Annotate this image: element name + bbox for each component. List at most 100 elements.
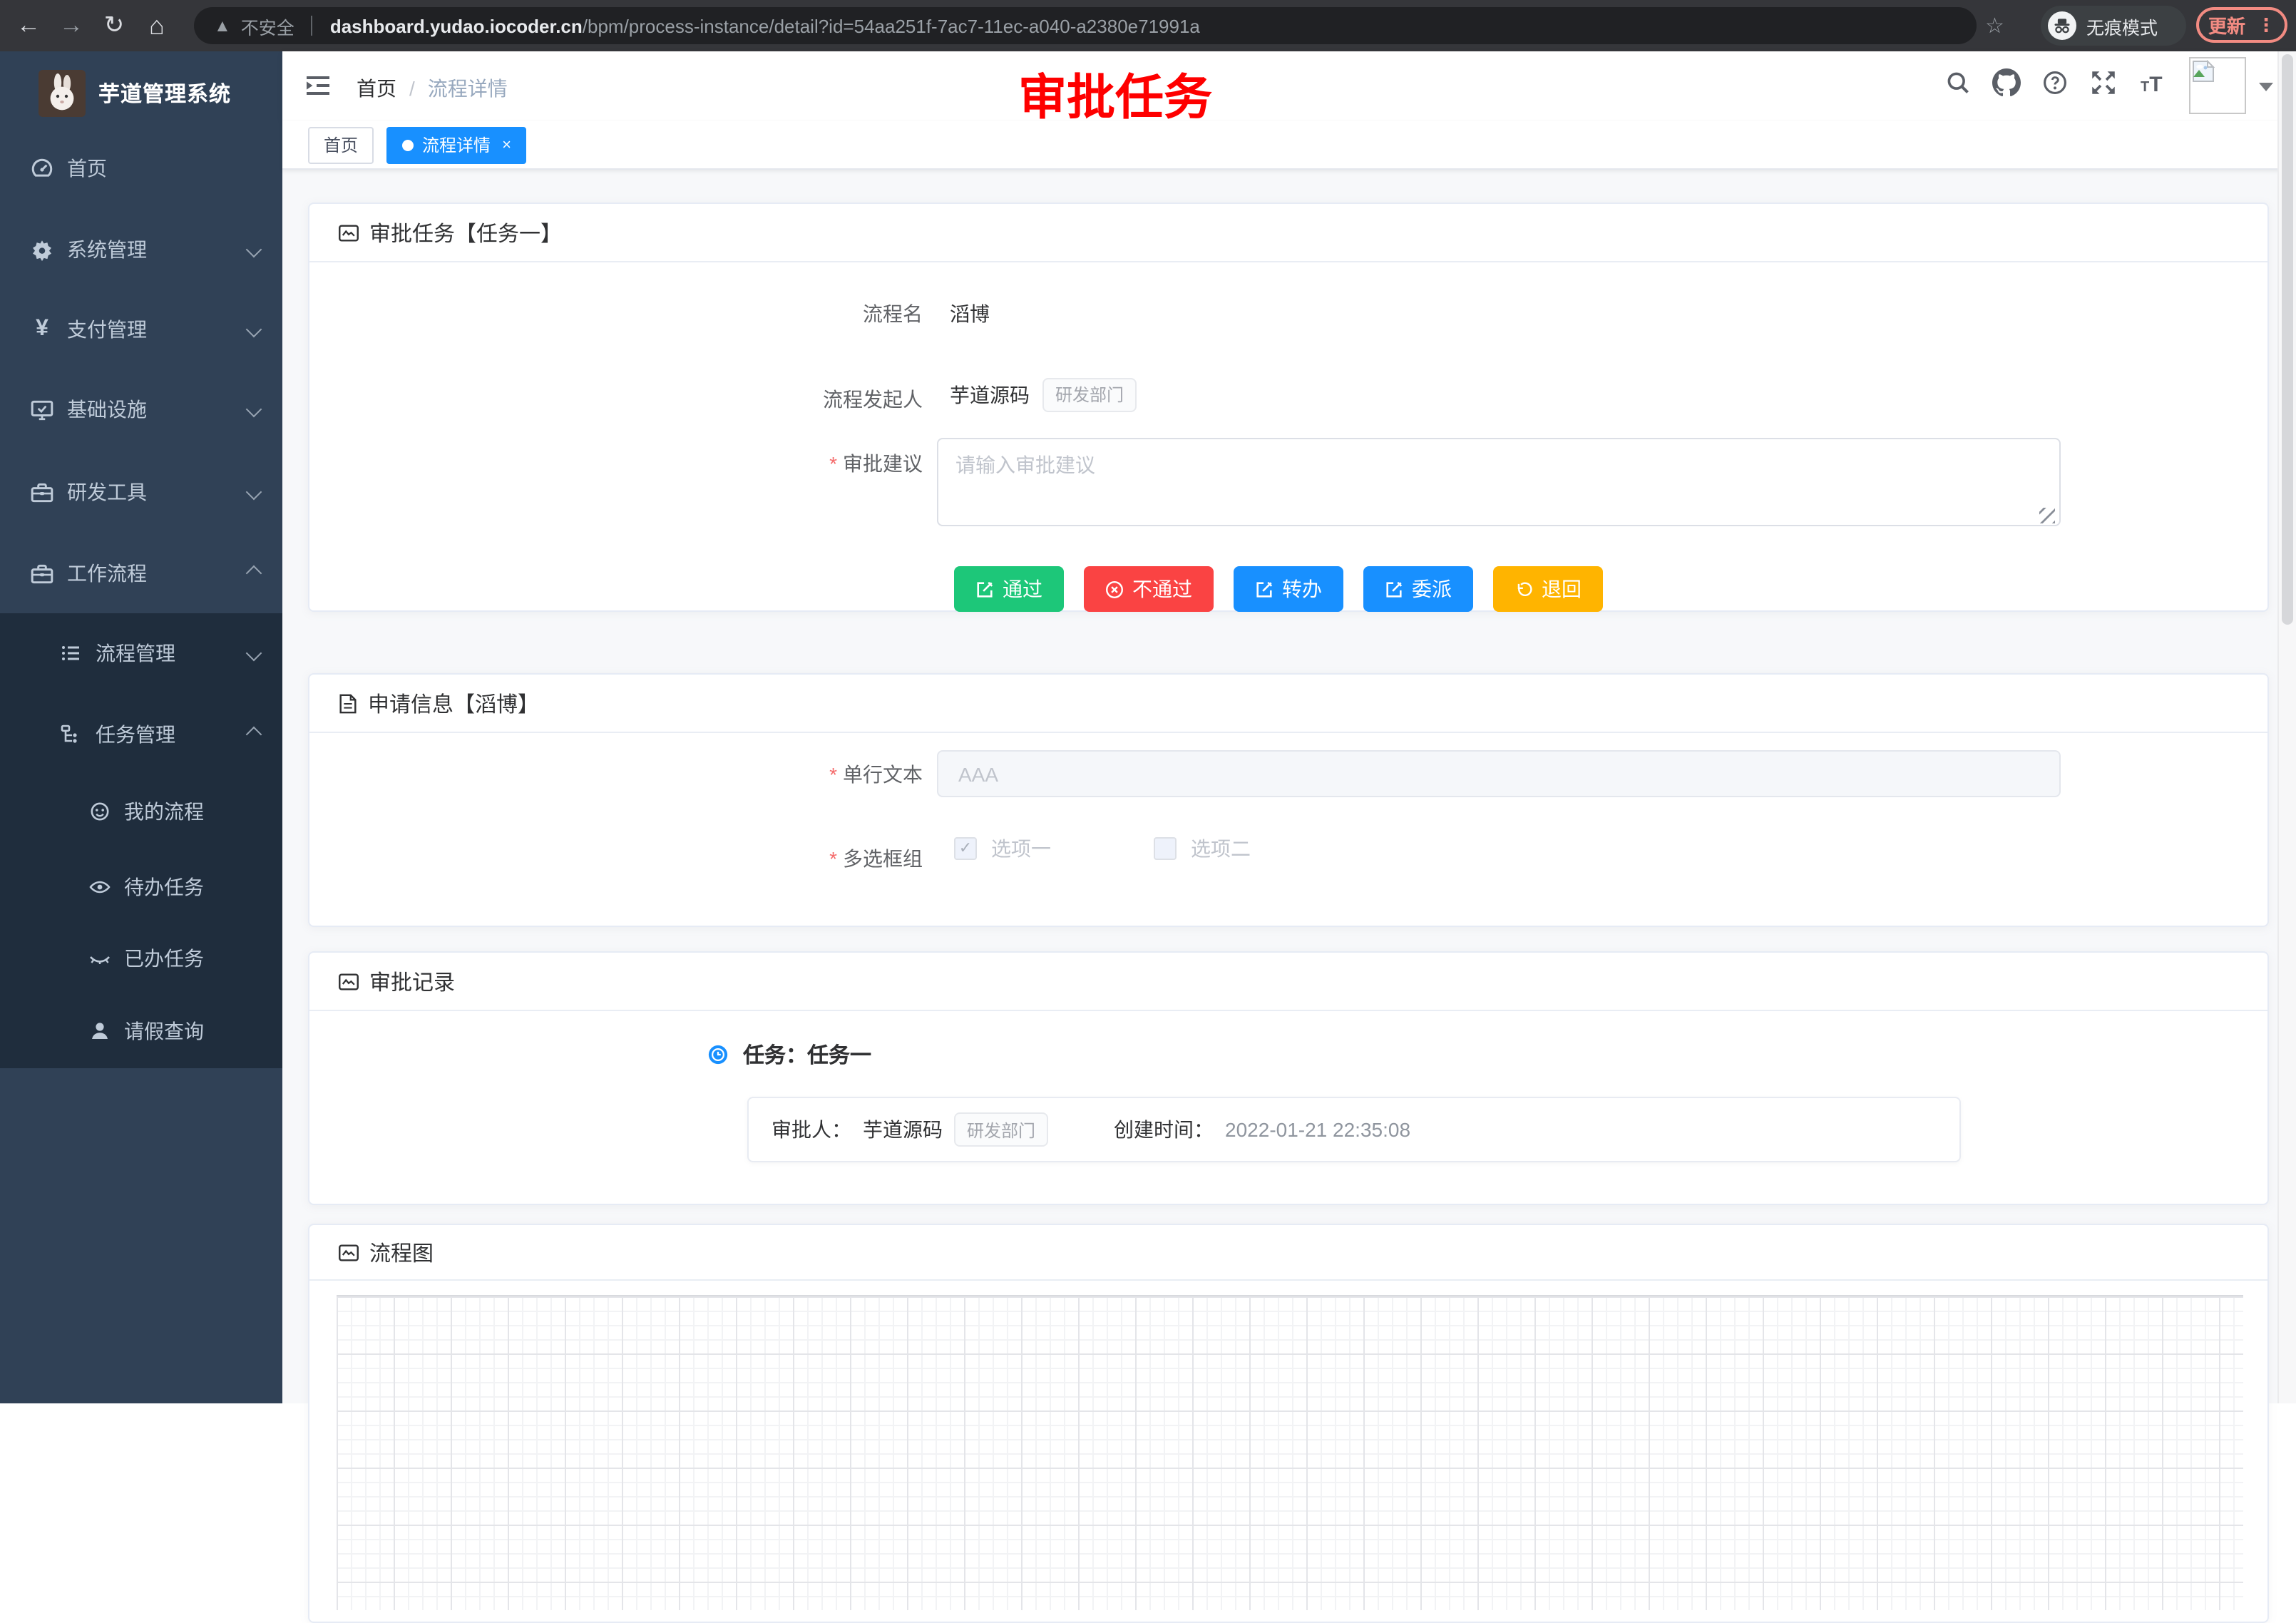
breadcrumb-separator: / [409, 77, 415, 100]
sidebar-item-label: 待办任务 [124, 873, 204, 901]
sidebar-item-infra[interactable]: 基础设施 [0, 369, 282, 449]
checkbox-label-text: 多选框组 [843, 847, 923, 870]
yen-icon: ¥ [30, 317, 54, 342]
sidebar-item-label: 基础设施 [67, 395, 147, 424]
help-icon[interactable] [2042, 70, 2068, 100]
checkbox-option-label: 选项一 [991, 834, 1051, 863]
approval-task-card: 审批任务【任务一】 流程名 滔博 流程发起人 芋道源码 研发部门 *审批建议 [308, 203, 2269, 612]
record-item: 审批人： 芋道源码 研发部门 创建时间： 2022-01-21 22:35:08 [747, 1097, 1961, 1162]
avatar-caret-icon[interactable] [2259, 83, 2273, 98]
sidebar-item-label: 任务管理 [96, 720, 175, 749]
browser-toolbar: ← → ↻ ⌂ ▲ 不安全 dashboard.yudao.iocoder.cn… [0, 0, 2296, 51]
bookmark-star-icon[interactable]: ☆ [1985, 13, 2004, 39]
sidebar-item-label: 已办任务 [124, 944, 204, 973]
home-icon[interactable]: ⌂ [137, 0, 177, 51]
chevron-down-icon [246, 401, 262, 418]
update-label: 更新 [2208, 11, 2245, 39]
browser-menu-icon[interactable]: ⋮ [2257, 14, 2275, 36]
monitor-icon [30, 397, 54, 421]
update-button[interactable]: 更新 ⋮ [2196, 7, 2287, 43]
github-icon[interactable] [1992, 68, 2021, 101]
main-area: 首页 / 流程详情 审批任务 TT [282, 51, 2296, 1403]
sidebar-item-done-tasks[interactable]: 已办任务 [0, 921, 282, 995]
approval-records-card: 审批记录 任务：任务一 审批人： 芋道源码 研发部门 创建时间： 2022-01… [308, 951, 2269, 1205]
transfer-button[interactable]: 转办 [1234, 566, 1343, 612]
sidebar-item-my-process[interactable]: 我的流程 [0, 774, 282, 849]
card-header: 审批任务【任务一】 [309, 204, 2267, 262]
sidebar-item-label: 支付管理 [67, 315, 147, 344]
sidebar-item-label: 工作流程 [67, 559, 147, 588]
required-asterisk: * [829, 452, 837, 475]
avatar[interactable] [2189, 57, 2246, 114]
card-title: 审批任务【任务一】 [369, 217, 562, 247]
approver-name: 芋道源码 [863, 1115, 943, 1144]
pass-button[interactable]: 通过 [954, 566, 1064, 612]
tag-process-detail[interactable]: 流程详情 × [386, 126, 527, 163]
url-path: /bpm/process-instance/detail?id=54aa251f… [583, 15, 1200, 36]
action-buttons: 通过 不通过 转办 委派 [954, 566, 1603, 612]
button-label: 委派 [1412, 575, 1452, 603]
navbar: 首页 / 流程详情 审批任务 TT [282, 51, 2296, 121]
initiator-name: 芋道源码 [950, 381, 1030, 409]
sidebar-item-process-management[interactable]: 流程管理 [0, 613, 282, 693]
document-icon [338, 692, 358, 714]
breadcrumb-home[interactable]: 首页 [357, 74, 396, 103]
back-icon[interactable]: ← [9, 0, 48, 51]
text-field-label: *单行文本 [338, 760, 923, 789]
logo-rabbit-image [39, 69, 86, 116]
app-window: 芋道管理系统 首页 系统管理 ¥ 支付管理 基础设施 [0, 51, 2296, 1403]
sidebar-item-leave-query[interactable]: 请假查询 [0, 994, 282, 1068]
fullscreen-icon[interactable] [2091, 70, 2116, 100]
card-title: 申请信息【滔博】 [368, 688, 539, 718]
checkbox-option-label: 选项二 [1191, 834, 1251, 863]
org-tree-icon [60, 723, 83, 746]
sidebar-item-workflow[interactable]: 工作流程 [0, 533, 282, 613]
picture-icon [338, 1241, 359, 1263]
chevron-down-icon [246, 484, 262, 501]
breadcrumb-current: 流程详情 [428, 74, 508, 103]
tag-label: 流程详情 [422, 133, 491, 157]
timeline-task: 任务：任务一 [707, 1040, 871, 1070]
breadcrumb: 首页 / 流程详情 [357, 74, 508, 103]
created-label: 创建时间： [1114, 1115, 1214, 1144]
app-logo[interactable]: 芋道管理系统 [0, 51, 282, 134]
card-title: 流程图 [369, 1237, 434, 1267]
rotate-left-icon [1515, 580, 1533, 598]
toolbox-icon [30, 480, 54, 504]
sidebar-item-task-management[interactable]: 任务管理 [0, 695, 282, 774]
card-title: 审批记录 [369, 966, 455, 996]
tag-home[interactable]: 首页 [308, 126, 374, 163]
check-glyph: ✓ [959, 841, 972, 856]
sidebar-item-devtools[interactable]: 研发工具 [0, 452, 282, 532]
forward-icon[interactable]: → [51, 0, 91, 51]
delegate-button[interactable]: 委派 [1363, 566, 1473, 612]
search-icon[interactable] [1945, 70, 1971, 100]
textarea-resize-handle[interactable] [2039, 508, 2055, 523]
security-label: 不安全 [241, 12, 294, 39]
hamburger-icon[interactable] [304, 71, 332, 104]
sidebar-item-pay[interactable]: ¥ 支付管理 [0, 290, 282, 369]
approver-label: 审批人： [772, 1115, 851, 1144]
eye-closed-icon [88, 947, 111, 970]
screen: ← → ↻ ⌂ ▲ 不安全 dashboard.yudao.iocoder.cn… [0, 0, 2296, 1403]
close-icon[interactable]: × [502, 136, 511, 153]
reject-button[interactable]: 不通过 [1084, 566, 1214, 612]
return-button[interactable]: 退回 [1493, 566, 1603, 612]
bpmn-canvas-grid [337, 1295, 2243, 1610]
scrollbar-thumb[interactable] [2282, 54, 2293, 625]
card-header: 审批记录 [309, 953, 2267, 1011]
reload-icon[interactable]: ↻ [94, 0, 134, 51]
font-size-icon[interactable]: TT [2141, 73, 2163, 97]
address-bar[interactable]: ▲ 不安全 dashboard.yudao.iocoder.cn/bpm/pro… [194, 7, 1977, 44]
picture-icon [338, 971, 359, 992]
url-text: dashboard.yudao.iocoder.cn/bpm/process-i… [330, 15, 1200, 36]
sidebar-item-home[interactable]: 首页 [0, 128, 282, 208]
sidebar-item-system[interactable]: 系统管理 [0, 210, 282, 290]
single-line-input [937, 750, 2061, 797]
button-label: 退回 [1542, 575, 1582, 603]
page-scrollbar[interactable] [2277, 51, 2296, 1403]
dashboard-icon [30, 156, 54, 180]
checkbox-checked-icon: ✓ [954, 837, 977, 860]
sidebar-item-todo-tasks[interactable]: 待办任务 [0, 850, 282, 924]
suggest-textarea[interactable] [937, 438, 2061, 526]
